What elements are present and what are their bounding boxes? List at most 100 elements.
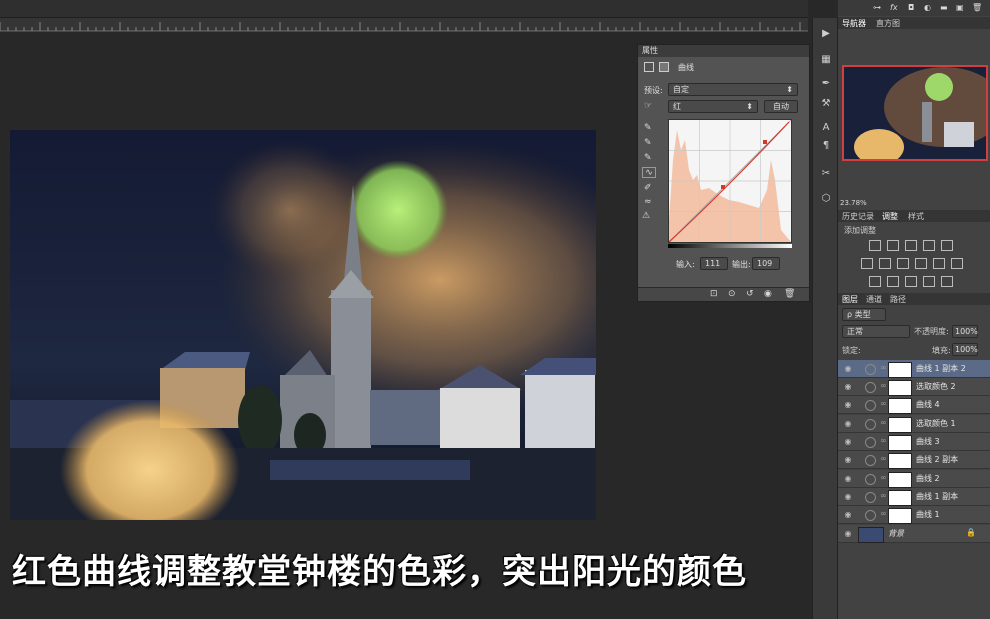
3d-icon[interactable]: ⬡ <box>819 193 833 205</box>
opacity-field[interactable]: 100% <box>952 325 978 338</box>
layer-row[interactable]: ◉ ∞ 曲线 1 副本 <box>838 488 990 506</box>
link-icon[interactable]: ∞ <box>880 381 887 390</box>
layer-filter-dropdown[interactable]: ρ 类型 <box>842 308 886 321</box>
output-field[interactable]: 109 <box>752 257 780 270</box>
navigator-preview[interactable] <box>842 65 988 161</box>
tab-styles[interactable]: 样式 <box>908 211 924 222</box>
color-balance-icon[interactable] <box>879 258 891 269</box>
channel-mixer-icon[interactable] <box>933 258 945 269</box>
layer-row[interactable]: ◉ ∞ 曲线 2 <box>838 470 990 488</box>
layer-row[interactable]: ◉ ∞ 选取颜色 2 <box>838 378 990 396</box>
levels-icon[interactable] <box>887 240 899 251</box>
layer-mask-thumbnail[interactable] <box>888 380 912 396</box>
hand-target-icon[interactable]: ☞ <box>644 101 652 111</box>
curves-icon[interactable] <box>905 240 917 251</box>
gradient-map-icon[interactable] <box>941 276 953 287</box>
brush-icon[interactable]: ✒ <box>819 78 833 90</box>
curve-edit-icon[interactable]: ∿ <box>642 167 656 178</box>
eye-icon[interactable]: ◉ <box>843 474 853 484</box>
layer-row[interactable]: ◉ ∞ 曲线 1 副本 2 <box>838 360 990 378</box>
eye-icon[interactable]: ◉ <box>843 382 853 392</box>
layer-row[interactable]: ◉ ∞ 曲线 1 <box>838 506 990 524</box>
link-icon[interactable]: ∞ <box>880 491 887 500</box>
layer-row[interactable]: ◉ ∞ 曲线 3 <box>838 433 990 451</box>
document-canvas[interactable] <box>10 130 596 520</box>
tab-channels[interactable]: 通道 <box>866 294 882 305</box>
vibrance-icon[interactable] <box>941 240 953 251</box>
eye-icon[interactable]: ◉ <box>843 364 853 374</box>
clip-layer-icon[interactable]: ⊡ <box>710 289 718 299</box>
reset-icon[interactable]: ↺ <box>746 289 754 299</box>
black-white-icon[interactable] <box>897 258 909 269</box>
mask-icon[interactable] <box>659 62 669 72</box>
tools-icon[interactable]: ✂ <box>819 168 833 180</box>
eye-icon[interactable]: ◉ <box>843 492 853 502</box>
input-field[interactable]: 111 <box>700 257 728 270</box>
trash-icon[interactable]: 🗑 <box>972 3 982 12</box>
brightness-icon[interactable] <box>869 240 881 251</box>
visibility-icon[interactable]: ◉ <box>764 289 772 299</box>
auto-button[interactable]: 自动 <box>764 100 798 113</box>
clone-icon[interactable]: ⚒ <box>819 98 833 110</box>
layer-mask-thumbnail[interactable] <box>888 472 912 488</box>
tab-adjustments[interactable]: 调整 <box>882 211 898 222</box>
tab-history[interactable]: 历史记录 <box>842 211 874 222</box>
link-icon[interactable]: ∞ <box>880 454 887 463</box>
tab-navigator[interactable]: 导航器 <box>842 18 866 29</box>
layer-mask-thumbnail[interactable] <box>888 362 912 378</box>
layer-mask-thumbnail[interactable] <box>888 490 912 506</box>
mask-add-icon[interactable]: ◘ <box>908 3 914 12</box>
posterize-icon[interactable] <box>887 276 899 287</box>
layer-row[interactable]: ◉ ∞ 曲线 2 副本 <box>838 451 990 469</box>
link-icon[interactable]: ∞ <box>880 436 887 445</box>
selective-color-icon[interactable] <box>923 276 935 287</box>
layer-row[interactable]: ◉ 背景 🔒 <box>838 525 990 543</box>
eye-icon[interactable]: ◉ <box>843 510 853 520</box>
link-icon[interactable]: ∞ <box>880 473 887 482</box>
layer-row[interactable]: ◉ ∞ 选取颜色 1 <box>838 415 990 433</box>
eye-icon[interactable]: ◉ <box>843 529 853 539</box>
layer-mask-thumbnail[interactable] <box>888 435 912 451</box>
trash-icon[interactable]: 🗑 <box>784 289 795 299</box>
eye-icon[interactable]: ◉ <box>843 419 853 429</box>
layer-row[interactable]: ◉ ∞ 曲线 4 <box>838 396 990 414</box>
exposure-icon[interactable] <box>923 240 935 251</box>
curves-graph[interactable] <box>668 119 792 243</box>
invert-icon[interactable] <box>869 276 881 287</box>
character-icon[interactable]: A <box>819 122 833 134</box>
tab-paths[interactable]: 路径 <box>890 294 906 305</box>
threshold-icon[interactable] <box>905 276 917 287</box>
layer-mask-thumbnail[interactable] <box>888 417 912 433</box>
color-lookup-icon[interactable] <box>951 258 963 269</box>
eyedropper-gray-icon[interactable]: ✎ <box>644 138 652 148</box>
layer-mask-thumbnail[interactable] <box>888 508 912 524</box>
pencil-icon[interactable]: ✐ <box>644 183 652 193</box>
tab-histogram[interactable]: 直方图 <box>876 18 900 29</box>
tab-layers[interactable]: 图层 <box>842 294 858 305</box>
adjustment-icon[interactable]: ◐ <box>924 3 931 12</box>
fx-icon[interactable]: fx <box>890 3 898 12</box>
layer-mask-thumbnail[interactable] <box>888 453 912 469</box>
view-previous-icon[interactable]: ⊙ <box>728 289 736 299</box>
blend-mode-dropdown[interactable]: 正常 <box>842 325 910 338</box>
eyedropper-white-icon[interactable]: ✎ <box>644 153 652 163</box>
swatch-icon[interactable]: ▦ <box>819 54 833 66</box>
layer-mask-thumbnail[interactable] <box>858 527 884 543</box>
paragraph-icon[interactable]: ¶ <box>819 140 833 152</box>
photo-filter-icon[interactable] <box>915 258 927 269</box>
navigator-zoom[interactable]: 23.78% <box>840 199 867 207</box>
layer-mask-thumbnail[interactable] <box>888 398 912 414</box>
preset-dropdown[interactable]: 自定 ⬍ <box>668 83 798 96</box>
eyedropper-black-icon[interactable]: ✎ <box>644 123 652 133</box>
link-icon[interactable]: ∞ <box>880 399 887 408</box>
link-icon[interactable]: ⊶ <box>873 3 881 12</box>
play-icon[interactable]: ▶ <box>819 28 833 40</box>
smooth-icon[interactable]: ≈ <box>644 197 652 207</box>
link-icon[interactable]: ∞ <box>880 509 887 518</box>
link-icon[interactable]: ∞ <box>880 418 887 427</box>
link-icon[interactable]: ∞ <box>880 363 887 372</box>
eye-icon[interactable]: ◉ <box>843 455 853 465</box>
hue-icon[interactable] <box>861 258 873 269</box>
clipping-icon[interactable]: ⚠ <box>642 211 650 221</box>
folder-icon[interactable]: ▬ <box>940 3 948 12</box>
